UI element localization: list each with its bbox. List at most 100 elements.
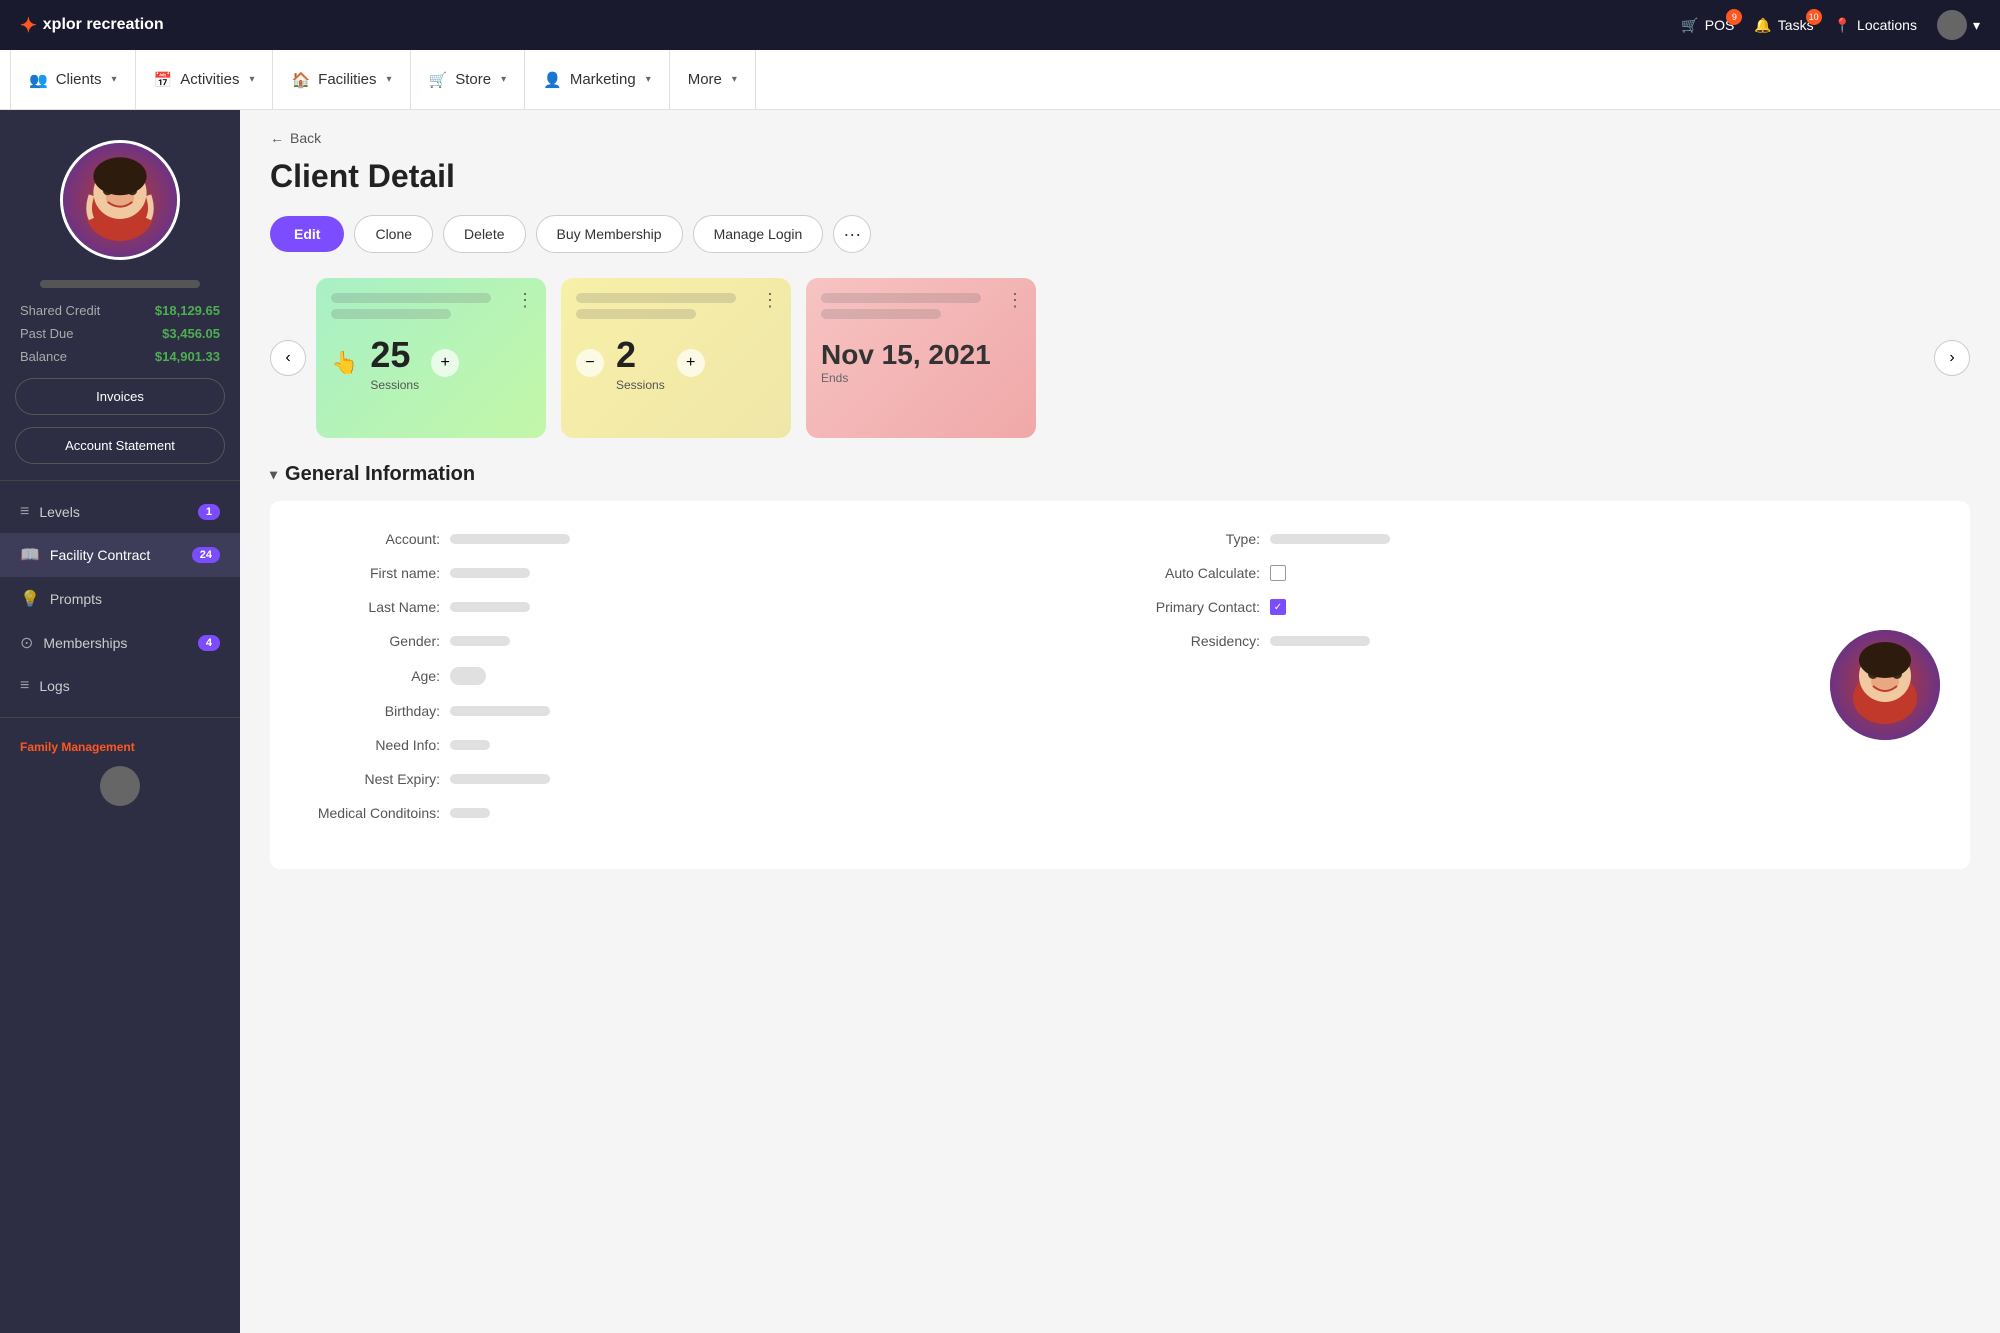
- user-menu[interactable]: ▾: [1937, 10, 1980, 40]
- residency-label: Residency:: [1120, 633, 1260, 649]
- sidebar-item-memberships-left: ⊙ Memberships: [20, 633, 127, 653]
- logo-icon: ✦: [20, 13, 37, 38]
- memberships-badge: 4: [198, 635, 220, 651]
- levels-label: Levels: [39, 504, 79, 520]
- sidebar-stats: Shared Credit $18,129.65 Past Due $3,456…: [0, 303, 240, 372]
- clients-icon: 👥: [29, 71, 48, 89]
- sidebar-item-facility-contract[interactable]: 📖 Facility Contract 24: [0, 533, 240, 577]
- age-label: Age:: [300, 668, 440, 684]
- manage-login-button[interactable]: Manage Login: [693, 215, 824, 253]
- medical-value: [450, 808, 490, 818]
- sidebar-item-facility-contract-left: 📖 Facility Contract: [20, 545, 150, 565]
- main-navigation: 👥 Clients ▾ 📅 Activities ▾ 🏠 Facilities …: [0, 50, 2000, 110]
- family-member-avatar[interactable]: [100, 766, 140, 806]
- activities-icon: 📅: [154, 71, 173, 89]
- gender-row: Gender:: [300, 633, 1120, 649]
- clone-button[interactable]: Clone: [354, 215, 433, 253]
- primary-contact-checkbox[interactable]: ✓: [1270, 599, 1286, 615]
- sidebar-item-levels[interactable]: ≡ Levels 1: [0, 491, 240, 533]
- edit-button[interactable]: Edit: [270, 216, 344, 252]
- nest-expiry-label: Nest Expiry:: [300, 771, 440, 787]
- pos-button[interactable]: 🛒 9 POS: [1681, 17, 1734, 34]
- card1-menu-icon[interactable]: ⋮: [516, 290, 534, 311]
- card2-session-count: 2: [616, 334, 665, 376]
- type-value: [1270, 534, 1390, 544]
- store-label: Store: [455, 71, 491, 88]
- client-avatar: [60, 140, 180, 260]
- firstname-row: First name:: [300, 565, 1120, 581]
- user-chevron-icon: ▾: [1973, 17, 1980, 34]
- card1-add-button[interactable]: +: [431, 349, 459, 377]
- store-icon: 🛒: [429, 71, 448, 89]
- marketing-chevron-icon: ▾: [646, 74, 651, 85]
- auto-calculate-label: Auto Calculate:: [1120, 565, 1260, 581]
- prompts-icon: 💡: [20, 589, 40, 609]
- nav-facilities[interactable]: 🏠 Facilities ▾: [273, 50, 410, 109]
- age-toggle[interactable]: [450, 667, 486, 685]
- sidebar-item-prompts-left: 💡 Prompts: [20, 589, 102, 609]
- pos-badge: 9: [1726, 9, 1742, 25]
- memberships-label: Memberships: [43, 635, 127, 651]
- past-due-label: Past Due: [20, 326, 73, 341]
- card2-menu-icon[interactable]: ⋮: [761, 290, 779, 311]
- nav-more[interactable]: More ▾: [670, 50, 756, 109]
- card1-session-count: 25: [370, 334, 419, 376]
- card3-line1: [821, 293, 981, 303]
- residency-value: [1270, 636, 1370, 646]
- info-col-left: Account: First name: Last Name: Gender: …: [300, 531, 1120, 839]
- general-info-section-header[interactable]: ▾ General Information: [270, 463, 1970, 486]
- sidebar-item-memberships[interactable]: ⊙ Memberships 4: [0, 621, 240, 665]
- card1-line1: [331, 293, 491, 303]
- account-statement-button[interactable]: Account Statement: [15, 427, 225, 464]
- app-logo[interactable]: ✦ xplor recreation: [20, 13, 164, 38]
- sidebar-item-logs-left: ≡ Logs: [20, 677, 70, 695]
- activities-label: Activities: [180, 71, 239, 88]
- more-options-button[interactable]: ···: [833, 215, 871, 253]
- need-info-row: Need Info:: [300, 737, 1120, 753]
- nav-clients[interactable]: 👥 Clients ▾: [10, 50, 136, 109]
- card3-menu-icon[interactable]: ⋮: [1006, 290, 1024, 311]
- locations-button[interactable]: 📍 Locations: [1834, 17, 1917, 34]
- gender-label: Gender:: [300, 633, 440, 649]
- facility-contract-label: Facility Contract: [50, 547, 150, 563]
- lastname-value: [450, 602, 530, 612]
- top-nav-right: 🛒 9 POS 🔔 10 Tasks 📍 Locations ▾: [1681, 10, 1980, 40]
- type-label: Type:: [1120, 531, 1260, 547]
- facility-contract-badge: 24: [192, 547, 220, 563]
- cards-prev-button[interactable]: ‹: [270, 340, 306, 376]
- birthday-row: Birthday:: [300, 703, 1120, 719]
- firstname-value: [450, 568, 530, 578]
- card1-line2: [331, 309, 451, 319]
- balance-label: Balance: [20, 349, 67, 364]
- card1-counter: 👆 25 Sessions +: [331, 334, 531, 392]
- cards-next-button[interactable]: ›: [1934, 340, 1970, 376]
- top-navigation: ✦ xplor recreation 🛒 9 POS 🔔 10 Tasks 📍 …: [0, 0, 2000, 50]
- auto-calculate-checkbox[interactable]: [1270, 565, 1286, 581]
- card1-session-label: Sessions: [370, 378, 419, 392]
- card2-decrement-button[interactable]: −: [576, 349, 604, 377]
- auto-calculate-row: Auto Calculate:: [1120, 565, 1940, 581]
- sidebar-divider-2: [0, 717, 240, 718]
- sidebar-item-logs[interactable]: ≡ Logs: [0, 665, 240, 707]
- nav-store[interactable]: 🛒 Store ▾: [411, 50, 526, 109]
- primary-contact-label: Primary Contact:: [1120, 599, 1260, 615]
- birthday-label: Birthday:: [300, 703, 440, 719]
- buy-membership-button[interactable]: Buy Membership: [536, 215, 683, 253]
- nav-activities[interactable]: 📅 Activities ▾: [136, 50, 274, 109]
- tasks-badge: 10: [1806, 9, 1822, 25]
- memberships-icon: ⊙: [20, 633, 33, 653]
- back-link[interactable]: ← Back: [270, 130, 1970, 146]
- card2-count-area: 2 Sessions: [616, 334, 665, 392]
- medical-label: Medical Conditoins:: [300, 805, 440, 821]
- profile-photo-right: [1830, 630, 1940, 740]
- card2-increment-button[interactable]: +: [677, 349, 705, 377]
- tasks-button[interactable]: 🔔 10 Tasks: [1754, 17, 1813, 34]
- card3-end-date: Nov 15, 2021: [821, 339, 1021, 371]
- sidebar-item-prompts[interactable]: 💡 Prompts: [0, 577, 240, 621]
- delete-button[interactable]: Delete: [443, 215, 525, 253]
- levels-badge: 1: [198, 504, 220, 520]
- locations-label: Locations: [1857, 17, 1917, 33]
- logo-area: ✦ xplor recreation: [20, 13, 164, 38]
- nav-marketing[interactable]: 👤 Marketing ▾: [525, 50, 670, 109]
- invoices-button[interactable]: Invoices: [15, 378, 225, 415]
